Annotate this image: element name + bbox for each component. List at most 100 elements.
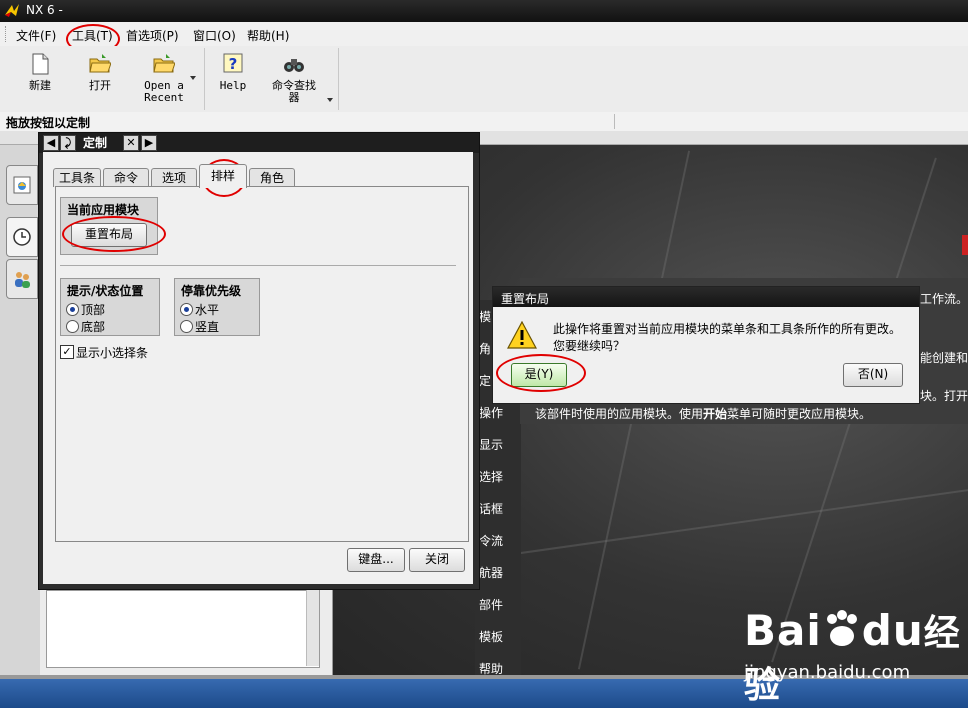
open-button[interactable]: 打开: [72, 50, 128, 108]
warning-icon: [507, 321, 537, 349]
menu-help[interactable]: 帮助(H): [247, 27, 289, 44]
customize-dialog-title: 定制: [79, 134, 112, 150]
red-glyph: [962, 235, 968, 255]
prompt-top-radio[interactable]: [66, 303, 79, 316]
left-column-item[interactable]: 选择: [479, 468, 503, 485]
paw-icon: [826, 610, 857, 646]
command-finder-button[interactable]: 命令查找 器: [266, 50, 322, 108]
tab-layout[interactable]: 排样: [199, 164, 247, 188]
watermark-brand-bai: Bai: [744, 606, 822, 655]
left-column-item[interactable]: 令流: [479, 532, 503, 549]
tab-toolbars[interactable]: 工具条: [53, 168, 101, 187]
dock-priority-group: 停靠优先级 水平 竖直: [174, 278, 260, 336]
menubar-grip[interactable]: [5, 26, 9, 42]
welcome-text-a: 该部件时使用的应用模块。使用: [535, 407, 704, 421]
left-column-item[interactable]: 航器: [479, 564, 503, 581]
new-file-icon: [32, 53, 49, 75]
open-recent-folder-icon: [153, 54, 175, 73]
resource-bar: [0, 145, 41, 675]
nav-right-icon[interactable]: ▶: [141, 135, 157, 151]
watermark-url: jingyan.baidu.com: [744, 662, 911, 683]
confirm-message-line1: 此操作将重置对当前应用模块的菜单条和工具条所作的所有更改。: [553, 322, 902, 336]
status-hint: 拖放按钮以定制: [6, 116, 91, 130]
prompt-status-group: 提示/状态位置 顶部 底部: [60, 278, 160, 336]
confirm-dialog-header: 重置布局: [493, 287, 919, 307]
standard-toolbar: 新建 打开 Open a Recent ? Help 命令查找 器: [0, 46, 968, 113]
navigator-list[interactable]: [46, 590, 320, 668]
left-column-item[interactable]: 部件: [479, 596, 503, 613]
no-button[interactable]: 否(N): [843, 363, 903, 387]
help-button[interactable]: ? Help: [205, 50, 261, 108]
nav-left-icon[interactable]: ◀: [43, 135, 59, 151]
left-column-item[interactable]: 定: [479, 372, 491, 389]
open-folder-icon: [89, 54, 111, 73]
prompt-top-label: 顶部: [81, 303, 106, 317]
help-question-icon: ?: [223, 53, 243, 73]
close-button[interactable]: 关闭: [409, 548, 465, 572]
new-button[interactable]: 新建: [12, 50, 68, 108]
dock-horizontal-radio[interactable]: [180, 303, 193, 316]
reset-layout-confirm-dialog: 重置布局 此操作将重置对当前应用模块的菜单条和工具条所作的所有更改。 您要继续吗…: [492, 286, 920, 404]
customize-dialog-body: 工具条 命令 选项 排样 角色 当前应用模块 重置布局 提示/状态位置 顶部 底…: [43, 152, 473, 584]
left-column-item[interactable]: 操作: [479, 404, 503, 421]
part-navigator-icon: [13, 176, 31, 194]
open-recent-label-2: Recent: [144, 91, 184, 104]
binoculars-icon: [284, 59, 304, 72]
show-mini-bar-checkbox[interactable]: ✓: [60, 345, 74, 359]
confirm-message-line2: 您要继续吗？: [553, 339, 626, 353]
left-column-item[interactable]: 模板: [479, 628, 503, 645]
customize-dialog: ◀ ⤸ 定制 ✕ ▶ 工具条 命令 选项 排样 角色 当前应用模块 重置布局 提…: [38, 132, 480, 590]
menu-tools[interactable]: 工具(T): [72, 27, 113, 44]
menu-file[interactable]: 文件(F): [16, 27, 56, 44]
welcome-text-bold: 开始: [703, 407, 728, 421]
command-finder-dropdown-icon[interactable]: [327, 98, 333, 102]
customize-dialog-header: ◀ ⤸ 定制 ✕ ▶: [39, 133, 479, 153]
left-column-item[interactable]: 角: [479, 340, 491, 357]
status-bar: 拖放按钮以定制: [0, 112, 968, 132]
dock-priority-title: 停靠优先级: [181, 284, 242, 298]
prompt-status-title: 提示/状态位置: [67, 284, 144, 298]
tab-options[interactable]: 选项: [151, 168, 197, 187]
watermark-brand-du: du: [861, 606, 924, 655]
resource-tab-part-navigator[interactable]: [6, 165, 38, 205]
baidu-watermark: Bai du经验 jingyan.baidu.com: [738, 604, 968, 706]
svg-text:?: ?: [229, 55, 238, 73]
dock-vertical-label: 竖直: [195, 320, 220, 334]
welcome-text-b: 菜单可随时更改应用模块。: [727, 407, 872, 421]
menu-preferences[interactable]: 首选项(P): [126, 27, 179, 44]
tab-roles[interactable]: 角色: [249, 168, 295, 187]
left-column-item[interactable]: 显示: [479, 436, 503, 453]
open-recent-button[interactable]: Open a Recent: [136, 50, 192, 108]
dock-vertical-radio[interactable]: [180, 320, 193, 333]
navigator-scrollbar[interactable]: [306, 590, 319, 666]
left-column-item[interactable]: 模: [479, 308, 491, 325]
open-recent-dropdown-icon[interactable]: [190, 76, 196, 80]
keyboard-button[interactable]: 键盘...: [347, 548, 405, 572]
welcome-text-line: 该部件时使用的应用模块。使用开始菜单可随时更改应用模块。: [535, 405, 871, 422]
roles-users-icon: [15, 272, 30, 288]
command-finder-label-2: 器: [288, 91, 300, 104]
clock-icon: [13, 228, 31, 246]
watermark-brand: Bai du经验: [744, 604, 968, 708]
tab-commands[interactable]: 命令: [103, 168, 149, 187]
status-separator: [614, 114, 615, 129]
menu-bar: 文件(F) 工具(T) 首选项(P) 窗口(O) 帮助(H): [0, 22, 968, 47]
resource-tab-roles[interactable]: [6, 259, 38, 299]
show-mini-bar-label: 显示小选择条: [76, 346, 149, 360]
window-title-bar: NX 6 -: [0, 0, 968, 22]
current-module-group: 当前应用模块 重置布局: [60, 197, 158, 255]
new-label: 新建: [29, 79, 51, 92]
menu-window[interactable]: 窗口(O): [193, 27, 236, 44]
resource-tab-history[interactable]: [6, 217, 38, 257]
section-divider: [60, 265, 456, 266]
close-icon[interactable]: ✕: [123, 135, 139, 151]
prompt-bottom-radio[interactable]: [66, 320, 79, 333]
yes-button[interactable]: 是(Y): [511, 363, 567, 387]
left-column-item[interactable]: 话框: [479, 500, 503, 517]
pin-icon[interactable]: ⤸: [60, 135, 76, 151]
current-module-title: 当前应用模块: [67, 203, 140, 217]
dock-horizontal-label: 水平: [195, 303, 220, 317]
confirm-message: 此操作将重置对当前应用模块的菜单条和工具条所作的所有更改。 您要继续吗？: [553, 321, 901, 355]
reset-layout-button[interactable]: 重置布局: [71, 223, 147, 247]
confirm-dialog-title: 重置布局: [501, 292, 550, 306]
